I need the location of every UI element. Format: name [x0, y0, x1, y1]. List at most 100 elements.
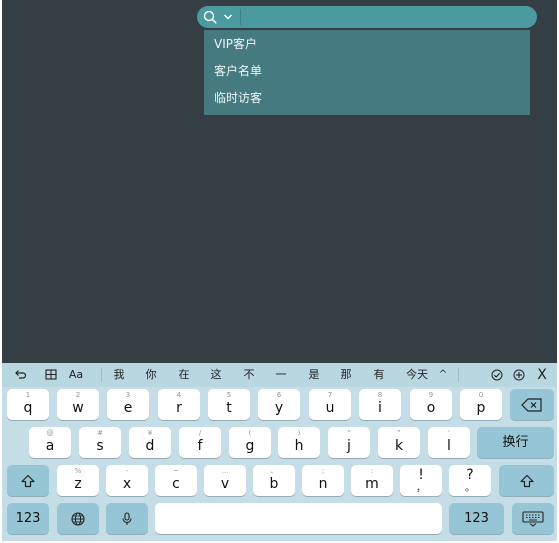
key-label: y — [274, 400, 284, 416]
space-key[interactable] — [155, 503, 442, 534]
key-t[interactable]: 5t — [208, 389, 250, 420]
key-label: g — [245, 438, 255, 454]
key-label: k — [394, 438, 404, 454]
key-sub-label: 3 — [125, 391, 131, 399]
key-exclamation[interactable]: ，! — [400, 465, 442, 496]
key-label: i — [378, 400, 382, 416]
key-label: c — [172, 476, 180, 492]
key-y[interactable]: 6y — [258, 389, 300, 420]
numbers-key-label: 123 — [464, 511, 489, 526]
key-label: a — [45, 438, 55, 454]
key-i[interactable]: 8i — [359, 389, 401, 420]
key-b[interactable]: 、 b — [253, 465, 295, 496]
key-c[interactable]: ~ c — [155, 465, 197, 496]
key-label: d — [145, 438, 155, 454]
candidate-collapse-button[interactable]: ^ — [436, 366, 450, 384]
key-label: t — [226, 400, 232, 416]
key-label: m — [365, 476, 379, 492]
key-sub-label: 1 — [25, 391, 31, 399]
key-label: s — [96, 438, 104, 454]
table-icon[interactable] — [43, 366, 59, 384]
candidate-word[interactable]: 不 — [241, 366, 257, 384]
key-l[interactable]: ' l — [428, 427, 470, 458]
key-sub-label: / — [198, 429, 202, 437]
font-button[interactable]: Aa — [65, 366, 87, 384]
key-label: f — [197, 438, 203, 454]
key-p[interactable]: 0p — [460, 389, 502, 420]
shift-key-left[interactable] — [7, 465, 49, 496]
key-h[interactable]: ) h — [278, 427, 320, 458]
key-sub-label: ) — [297, 429, 301, 437]
key-d[interactable]: ¥ d — [129, 427, 171, 458]
key-v[interactable]: … v — [204, 465, 246, 496]
backspace-key[interactable] — [510, 389, 554, 420]
globe-key[interactable] — [57, 503, 99, 534]
keyboard-close-button[interactable]: X — [534, 366, 550, 384]
dropdown-item-temp-visitor[interactable]: 临时访客 — [204, 85, 530, 112]
key-sub-label: 9 — [428, 391, 434, 399]
key-label: r — [176, 400, 182, 416]
key-s[interactable]: # s — [79, 427, 121, 458]
candidate-word[interactable]: 一 — [273, 366, 289, 384]
key-sub-label: “ — [347, 429, 351, 437]
candidate-word[interactable]: 那 — [338, 366, 354, 384]
key-f[interactable]: / f — [179, 427, 221, 458]
plus-circle-icon[interactable] — [512, 366, 526, 384]
key-q[interactable]: 1q — [7, 389, 49, 420]
key-sub-label: 8 — [377, 391, 383, 399]
enter-key[interactable]: 换行 — [477, 427, 554, 458]
key-u[interactable]: 7u — [309, 389, 351, 420]
check-circle-icon[interactable] — [490, 366, 504, 384]
numbers-key[interactable]: 123 — [7, 503, 49, 534]
key-sub-label: ， — [416, 483, 426, 494]
key-label: l — [447, 438, 451, 454]
candidate-separator — [458, 368, 459, 382]
key-sub-label: % — [74, 467, 82, 475]
enter-key-label: 换行 — [502, 435, 529, 450]
key-w[interactable]: 2w — [57, 389, 99, 420]
app-screen: VIP客户 客户名单 临时访客 Aa 我 你 在 这 不 一 是 那 有 今天 … — [2, 0, 557, 541]
key-sub-label: ( — [248, 429, 252, 437]
numbers-key-right[interactable]: 123 — [449, 503, 504, 534]
key-label: j — [347, 438, 351, 454]
key-z[interactable]: % z — [57, 465, 99, 496]
key-question[interactable]: 。? — [449, 465, 491, 496]
key-sub-label: # — [97, 429, 103, 437]
candidate-word[interactable]: 你 — [143, 366, 159, 384]
candidate-word[interactable]: 我 — [111, 366, 127, 384]
key-sub-label: 。 — [465, 483, 475, 494]
candidate-word[interactable]: 这 — [208, 366, 224, 384]
candidate-word[interactable]: 今天 — [403, 366, 431, 384]
key-sub-label: - — [125, 467, 129, 475]
key-sub-label: ” — [397, 429, 401, 437]
key-label: p — [476, 400, 486, 416]
chevron-down-icon[interactable] — [221, 6, 235, 28]
dropdown-item-customer-list[interactable]: 客户名单 — [204, 58, 530, 85]
key-x[interactable]: -x — [106, 465, 148, 496]
candidate-word[interactable]: 是 — [306, 366, 322, 384]
key-sub-label: @ — [46, 429, 54, 437]
key-m[interactable]: :m — [351, 465, 393, 496]
search-icon[interactable] — [199, 6, 221, 28]
search-input[interactable] — [241, 6, 537, 28]
dropdown-item-vip[interactable]: VIP客户 — [204, 31, 530, 58]
key-j[interactable]: “j — [328, 427, 370, 458]
candidate-word[interactable]: 在 — [176, 366, 192, 384]
key-n[interactable]: ; n — [302, 465, 344, 496]
microphone-key[interactable] — [106, 503, 148, 534]
keyboard-hide-key[interactable] — [512, 503, 554, 534]
key-a[interactable]: @ a — [29, 427, 71, 458]
undo-icon[interactable] — [12, 366, 28, 384]
shift-key-right[interactable] — [499, 465, 554, 496]
key-sub-label: 7 — [327, 391, 333, 399]
key-label: ! — [418, 467, 424, 483]
key-k[interactable]: ” k — [378, 427, 420, 458]
key-r[interactable]: 4r — [158, 389, 200, 420]
key-sub-label: … — [221, 467, 229, 475]
key-e[interactable]: 3e — [107, 389, 149, 420]
key-g[interactable]: (g — [229, 427, 271, 458]
candidate-word[interactable]: 有 — [371, 366, 387, 384]
search-bar[interactable] — [197, 6, 537, 28]
key-o[interactable]: 9o — [410, 389, 452, 420]
key-sub-label: 2 — [75, 391, 81, 399]
